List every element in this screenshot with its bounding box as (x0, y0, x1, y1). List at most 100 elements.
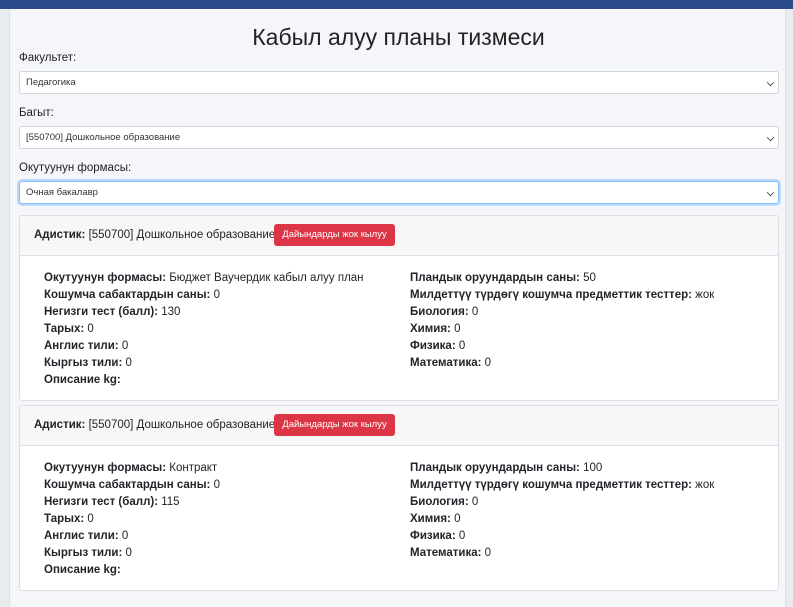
field-value: 0 (87, 323, 94, 335)
info-row: Тарых: 0 (44, 511, 220, 528)
card-info-left: Окутуунун формасы: Контракт Кошумча саба… (44, 460, 220, 579)
field-value: 0 (484, 357, 492, 369)
info-row: Кыргыз тили: 0 (44, 355, 364, 372)
info-row: Тарых: 0 (44, 321, 364, 338)
info-row: Биология: 0 (410, 494, 714, 511)
admission-plan-card: Адистик: [550700] Дошкольное образование… (19, 215, 779, 401)
info-row: Кыргыз тили: 0 (44, 545, 220, 562)
info-row: Биология: 0 (410, 304, 714, 321)
field-label: Математика: (410, 547, 482, 559)
field-label: Физика: (410, 340, 456, 352)
card-header: Адистик: [550700] Дошкольное образование… (20, 406, 778, 446)
field-label: Англис тили: (44, 340, 119, 352)
field-label: Химия: (410, 323, 451, 335)
field-value: 0 (484, 547, 492, 559)
field-value: 0 (471, 306, 479, 318)
field-label: Кыргыз тили: (44, 357, 123, 369)
field-label: Милдеттүү түрдөгү кошумча предметтик тес… (410, 289, 692, 301)
field-label: Пландык оруундардын саны: (410, 272, 580, 284)
field-value: 115 (161, 496, 180, 508)
field-value: 0 (454, 513, 461, 525)
specialty-label: Адистик: (34, 229, 86, 241)
field-value: Бюджет Ваучердик кабыл алуу план (169, 272, 364, 284)
study-form-select[interactable]: Очная бакалавр (19, 181, 779, 204)
direction-select[interactable]: [550700] Дошкольное образование (19, 126, 779, 149)
info-row: Математика: 0 (410, 355, 714, 372)
delete-button[interactable]: Дайындарды жок кылуу (274, 224, 395, 246)
field-label: Биология: (410, 496, 469, 508)
info-row: Окутуунун формасы: Бюджет Ваучердик кабы… (44, 270, 364, 287)
field-value: 0 (458, 530, 466, 542)
study-form-label: Окутуунун формасы: (19, 162, 132, 174)
direction-select-value: [550700] Дошкольное образование (26, 132, 181, 143)
specialty-value: [550700] Дошкольное образование (88, 419, 276, 431)
field-value: Контракт (169, 462, 218, 474)
card-header: Адистик: [550700] Дошкольное образование… (20, 216, 778, 256)
info-row: Милдеттүү түрдөгү кошумча предметтик тес… (410, 477, 714, 494)
info-row: Пландык оруундардын саны: 100 (410, 460, 714, 477)
card-info-right: Пландык оруундардын саны: 50 Милдеттүү т… (410, 270, 714, 372)
field-label: Окутуунун формасы: (44, 462, 167, 474)
field-value: 0 (121, 530, 129, 542)
page-title: Кабыл алуу планы тизмеси (252, 24, 545, 50)
specialty-label: Адистик: (34, 419, 86, 431)
faculty-select-value: Педагогика (26, 77, 76, 88)
field-label: Биология: (410, 306, 469, 318)
direction-label: Багыт: (19, 107, 54, 119)
faculty-select[interactable]: Педагогика (19, 71, 779, 94)
field-value: 130 (161, 306, 181, 318)
top-bar (0, 0, 793, 9)
info-row: Окутуунун формасы: Контракт (44, 460, 220, 477)
field-label: Кошумча сабактардын саны: (44, 289, 211, 301)
field-value: 0 (125, 357, 132, 369)
info-row: Физика: 0 (410, 338, 714, 355)
field-value: 0 (454, 323, 461, 335)
field-label: Описание kg: (44, 374, 121, 386)
info-row: Химия: 0 (410, 511, 714, 528)
field-label: Негизги тест (балл): (44, 306, 159, 318)
specialty-value: [550700] Дошкольное образование (88, 229, 276, 241)
faculty-label: Факультет: (19, 52, 77, 64)
card-info-right: Пландык оруундардын саны: 100 Милдеттүү … (410, 460, 714, 562)
field-value: жок (695, 289, 715, 301)
field-value: 100 (583, 462, 603, 474)
info-row: Математика: 0 (410, 545, 714, 562)
info-row: Кошумча сабактардын саны: 0 (44, 477, 220, 494)
info-row: Негизги тест (балл): 115 (44, 494, 220, 511)
field-label: Описание kg: (44, 564, 121, 576)
field-value: 0 (125, 547, 132, 559)
delete-button[interactable]: Дайындарды жок кылуу (274, 414, 395, 436)
card-info-left: Окутуунун формасы: Бюджет Ваучердик кабы… (44, 270, 364, 389)
chevron-down-icon (766, 78, 775, 87)
field-value: жок (695, 479, 715, 491)
main-container: Кабыл алуу планы тизмеси Факультет: Педа… (9, 9, 786, 607)
admission-plan-card: Адистик: [550700] Дошкольное образование… (19, 405, 779, 591)
info-row: Негизги тест (балл): 130 (44, 304, 364, 321)
chevron-down-icon (766, 133, 775, 142)
field-value: 0 (213, 479, 220, 491)
info-row: Пландык оруундардын саны: 50 (410, 270, 714, 287)
field-label: Тарых: (44, 513, 85, 525)
field-label: Пландык оруундардын саны: (410, 462, 580, 474)
field-label: Англис тили: (44, 530, 119, 542)
info-row: Англис тили: 0 (44, 338, 364, 355)
info-row: Физика: 0 (410, 528, 714, 545)
info-row: Описание kg: (44, 372, 364, 389)
field-label: Негизги тест (балл): (44, 496, 159, 508)
field-value: 50 (583, 272, 596, 284)
field-label: Физика: (410, 530, 456, 542)
field-label: Химия: (410, 513, 451, 525)
info-row: Описание kg: (44, 562, 220, 579)
field-value: 0 (471, 496, 479, 508)
field-value: 0 (458, 340, 466, 352)
field-label: Окутуунун формасы: (44, 272, 167, 284)
info-row: Англис тили: 0 (44, 528, 220, 545)
field-label: Тарых: (44, 323, 85, 335)
card-title: Адистик: [550700] Дошкольное образование (34, 419, 275, 431)
field-label: Кыргыз тили: (44, 547, 123, 559)
chevron-down-icon (766, 188, 775, 197)
field-value: 0 (121, 340, 129, 352)
info-row: Химия: 0 (410, 321, 714, 338)
field-label: Милдеттүү түрдөгү кошумча предметтик тес… (410, 479, 692, 491)
info-row: Кошумча сабактардын саны: 0 (44, 287, 364, 304)
